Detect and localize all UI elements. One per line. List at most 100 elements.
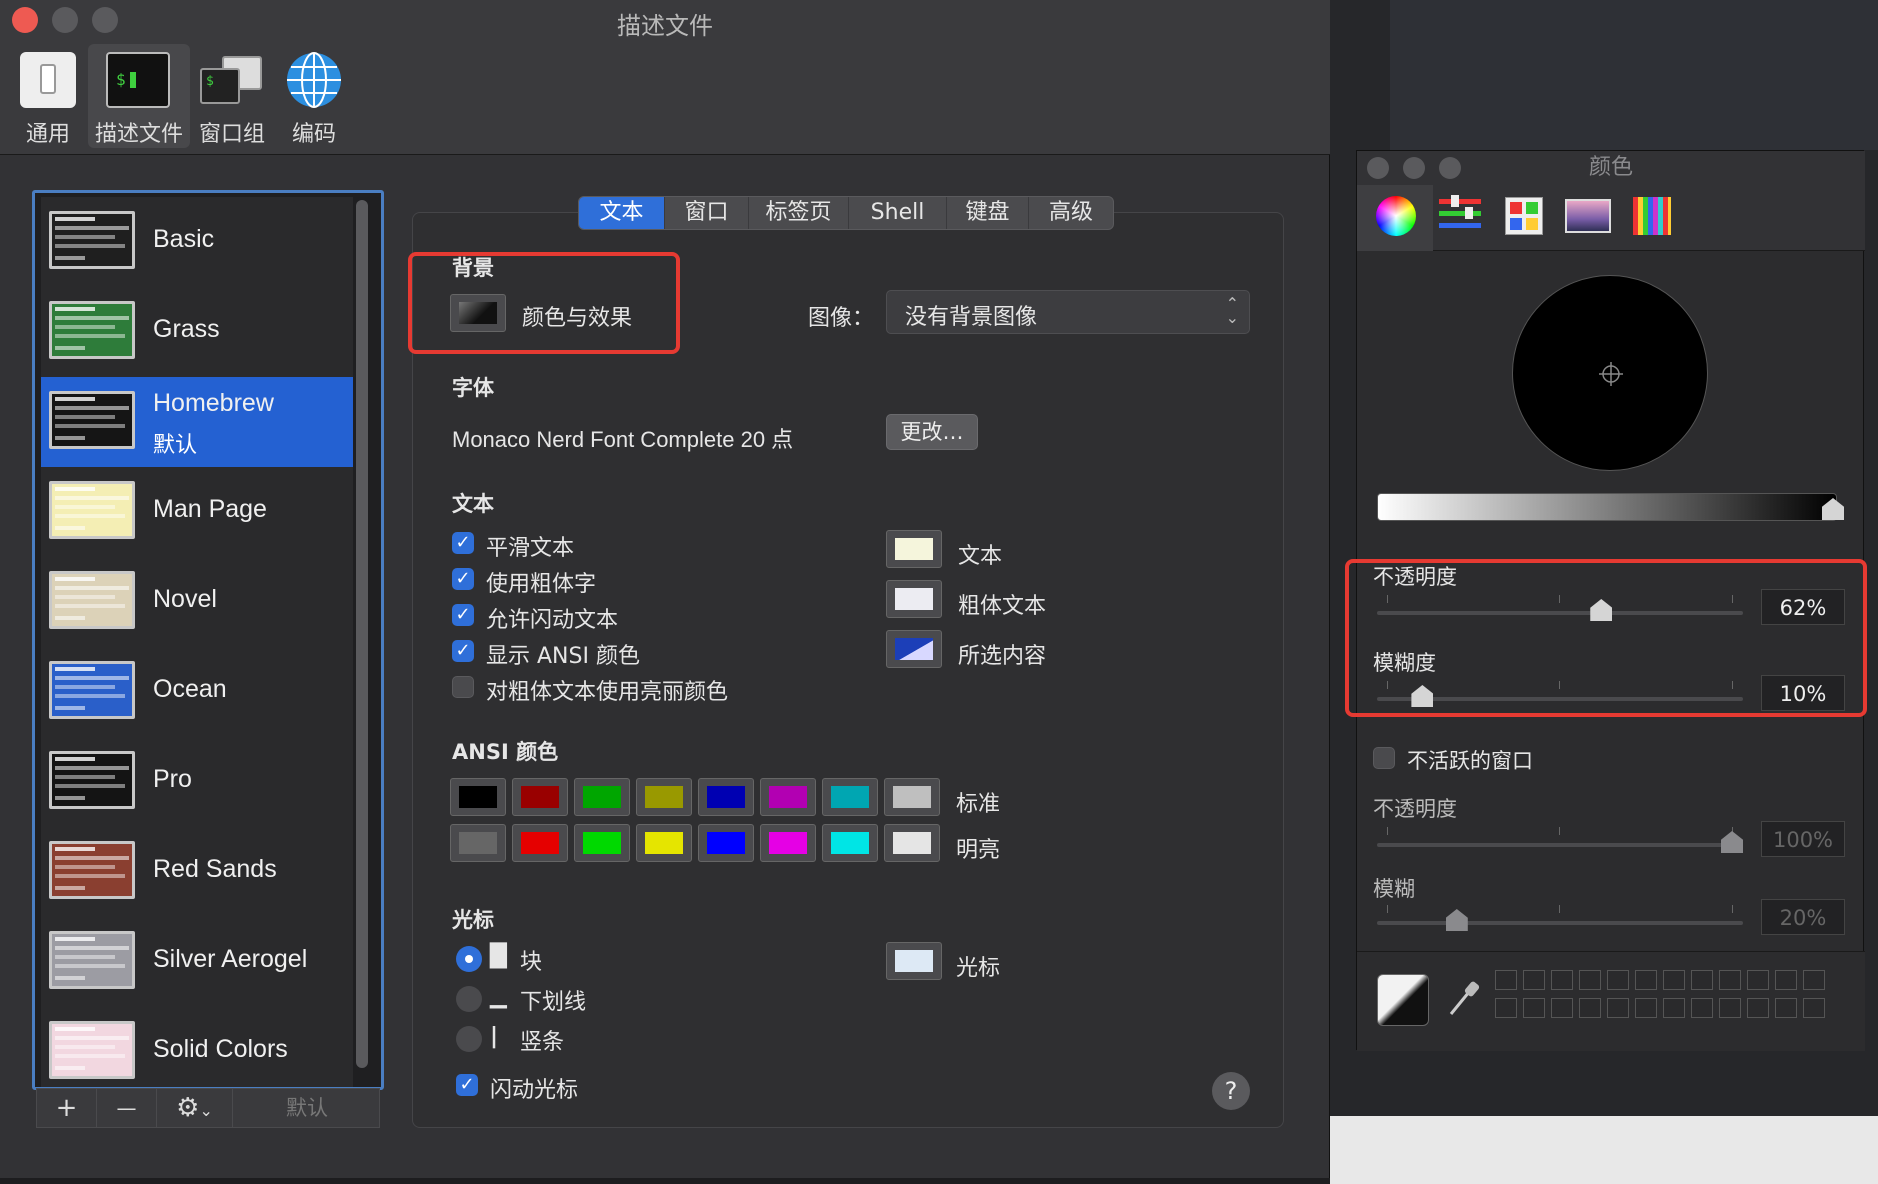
saved-swatch-cell[interactable] [1747,970,1769,990]
saved-swatch-cell[interactable] [1803,998,1825,1018]
remove-profile-button[interactable]: — [97,1089,157,1127]
image-palettes-icon[interactable] [1565,193,1611,239]
text-option-checkbox[interactable]: ✓ [452,532,474,554]
blink-cursor-checkbox[interactable]: ✓ [456,1074,478,1096]
color-palettes-icon[interactable] [1501,193,1547,239]
saved-swatch-cell[interactable] [1691,998,1713,1018]
ansi-color-swatch[interactable] [450,824,506,862]
profile-row[interactable]: Red Sands [41,827,353,917]
text-color-swatch[interactable] [886,580,942,618]
saved-swatch-cell[interactable] [1635,998,1657,1018]
saved-swatch-cell[interactable] [1607,998,1629,1018]
ansi-color-swatch[interactable] [760,778,816,816]
ansi-color-swatch[interactable] [822,778,878,816]
background-color-swatch[interactable] [450,294,506,332]
ansi-color-swatch[interactable] [698,778,754,816]
saved-swatch-cell[interactable] [1775,970,1797,990]
color-wheel-icon[interactable] [1373,193,1419,239]
saved-swatch-cell[interactable] [1663,970,1685,990]
brightness-slider[interactable] [1377,493,1844,521]
cursor-style-radio[interactable] [456,1026,482,1052]
inactive-window-checkbox[interactable] [1373,747,1395,769]
text-option-checkbox[interactable]: ✓ [452,568,474,590]
pencils-icon[interactable] [1629,193,1675,239]
toolbar-profiles[interactable]: $ 描述文件 [88,44,190,148]
cursor-style-radio[interactable] [456,946,482,972]
inactive-opacity-slider[interactable] [1377,843,1743,847]
add-profile-button[interactable]: + [37,1089,97,1127]
help-button[interactable]: ? [1212,1072,1250,1110]
change-font-button[interactable]: 更改… [886,414,978,450]
saved-swatch-cell[interactable] [1803,970,1825,990]
profile-row[interactable]: Grass [41,287,353,377]
saved-swatch-cell[interactable] [1663,998,1685,1018]
current-color-well[interactable] [1377,974,1429,1026]
saved-swatch-cell[interactable] [1635,970,1657,990]
color-sliders-icon[interactable] [1437,193,1483,239]
ansi-color-swatch[interactable] [884,824,940,862]
saved-swatch-cell[interactable] [1523,970,1545,990]
saved-swatch-cell[interactable] [1775,998,1797,1018]
saved-swatch-cell[interactable] [1523,998,1545,1018]
close-button[interactable] [1367,157,1389,179]
set-default-button[interactable]: 默认 [233,1089,381,1127]
text-option-checkbox[interactable]: ✓ [452,640,474,662]
profile-list-scrollbar[interactable] [356,200,368,1068]
ansi-color-swatch[interactable] [450,778,506,816]
ansi-color-swatch[interactable] [512,824,568,862]
text-color-swatch[interactable] [886,530,942,568]
tab-advanced[interactable]: 高级 [1029,197,1113,229]
tab-text[interactable]: 文本 [579,197,665,229]
profile-row[interactable]: Solid Colors [41,1007,353,1087]
profile-row[interactable]: Homebrew 默认 [41,377,353,467]
zoom-button[interactable] [1439,157,1461,179]
text-color-swatch[interactable] [886,630,942,668]
blur-value-field[interactable]: 10% [1761,675,1845,711]
gear-menu-button[interactable]: ⚙⌄ [157,1089,233,1127]
saved-swatch-cell[interactable] [1579,998,1601,1018]
opacity-slider[interactable] [1377,611,1743,615]
cursor-style-radio[interactable] [456,986,482,1012]
cursor-color-swatch[interactable] [886,942,942,980]
saved-swatch-cell[interactable] [1691,970,1713,990]
toolbar-general[interactable]: 通用 [0,44,96,148]
brightness-knob[interactable] [1822,498,1844,520]
ansi-color-swatch[interactable] [574,778,630,816]
opacity-value-field[interactable]: 62% [1761,589,1845,625]
saved-swatch-cell[interactable] [1579,970,1601,990]
toolbar-encodings[interactable]: 编码 [266,44,362,148]
profile-row[interactable]: Basic [41,197,353,287]
ansi-color-swatch[interactable] [698,824,754,862]
color-wheel[interactable] [1512,275,1708,471]
inactive-blur-slider[interactable] [1377,921,1743,925]
profile-row[interactable]: Pro [41,737,353,827]
tab-shell[interactable]: Shell [849,197,947,229]
ansi-color-swatch[interactable] [636,824,692,862]
profile-list[interactable]: Basic Grass Homebrew 默认 Man Page Novel Ocean Pr… [32,190,384,1090]
profile-row[interactable]: Ocean [41,647,353,737]
inactive-opacity-knob[interactable] [1721,831,1743,853]
profile-row[interactable]: Novel [41,557,353,647]
text-option-checkbox[interactable]: ✓ [452,604,474,626]
profile-row[interactable]: Silver Aerogel [41,917,353,1007]
ansi-color-swatch[interactable] [760,824,816,862]
tab-tabs[interactable]: 标签页 [749,197,849,229]
profile-row[interactable]: Man Page [41,467,353,557]
background-image-select[interactable]: 没有背景图像 ⌃ ⌄ [886,290,1250,334]
inactive-blur-knob[interactable] [1445,909,1468,931]
inactive-opacity-value-field[interactable]: 100% [1761,821,1845,857]
ansi-color-swatch[interactable] [636,778,692,816]
saved-swatch-cell[interactable] [1719,998,1741,1018]
saved-swatch-cell[interactable] [1551,998,1573,1018]
saved-swatch-cell[interactable] [1747,998,1769,1018]
ansi-color-swatch[interactable] [884,778,940,816]
minimize-button[interactable] [1403,157,1425,179]
eyedropper-icon[interactable] [1447,978,1481,1018]
saved-swatch-cell[interactable] [1719,970,1741,990]
tab-keyboard[interactable]: 键盘 [947,197,1029,229]
ansi-color-swatch[interactable] [512,778,568,816]
saved-swatch-cell[interactable] [1607,970,1629,990]
saved-swatch-cell[interactable] [1495,998,1517,1018]
ansi-color-swatch[interactable] [574,824,630,862]
text-option-checkbox[interactable] [452,676,474,698]
